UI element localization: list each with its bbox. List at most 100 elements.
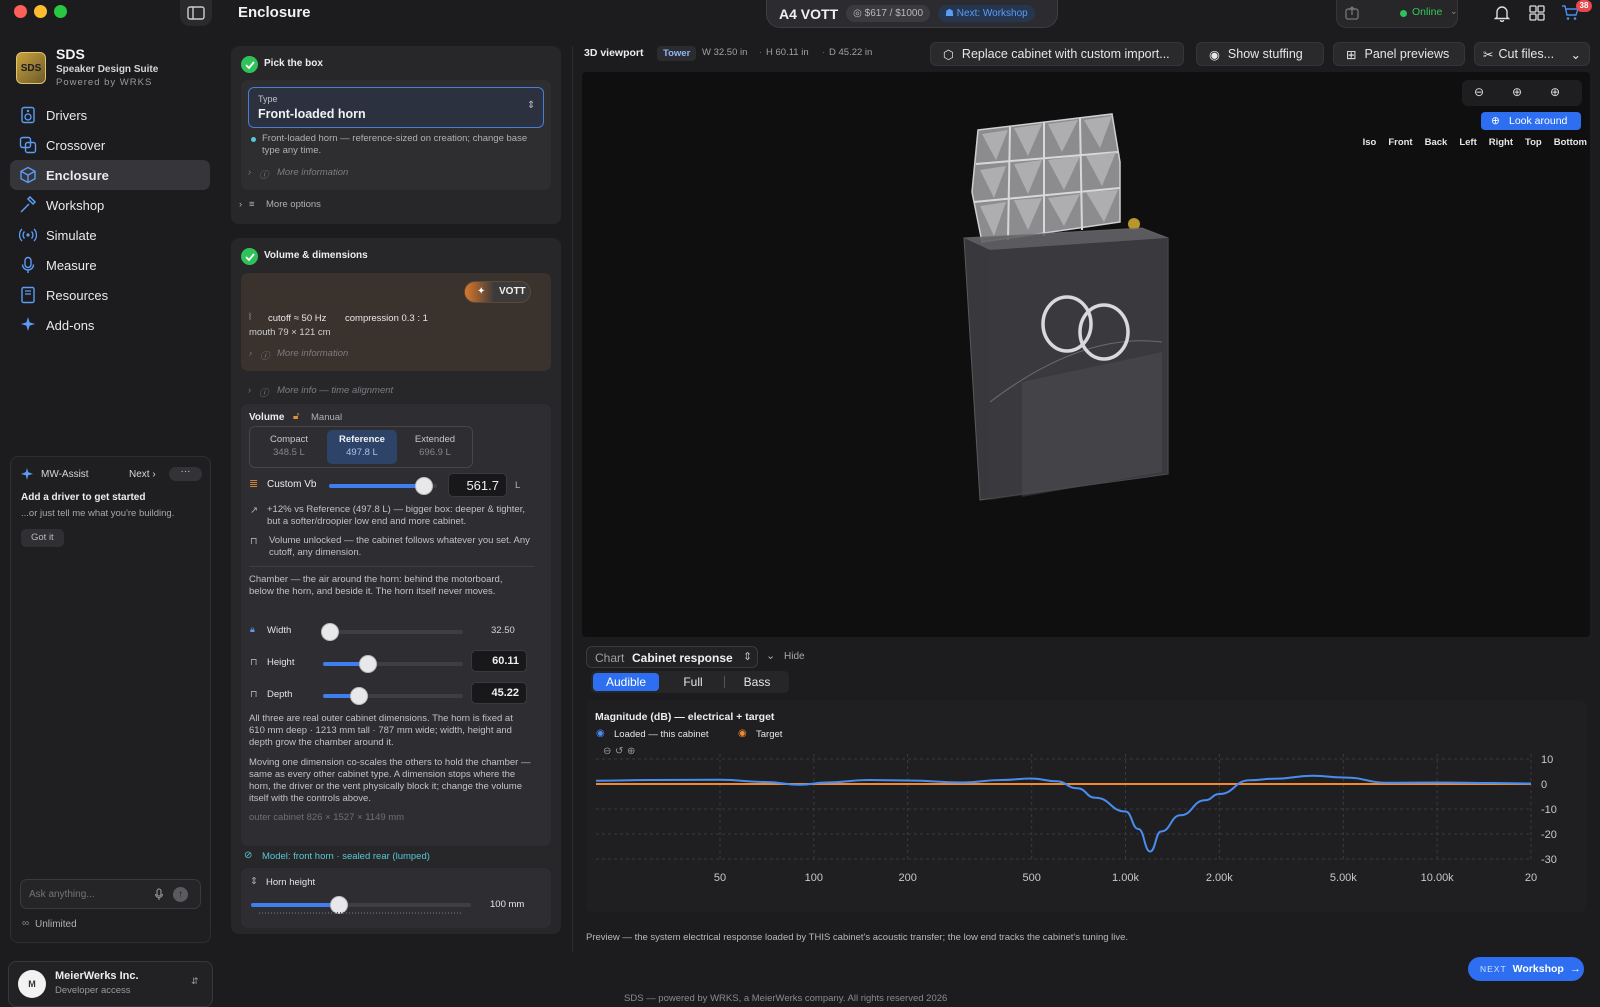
microphone-icon [21,256,35,273]
sliders-icon: ≡ [249,199,255,210]
compression-value: compression 0.3 : 1 [345,313,428,324]
online-status[interactable]: Online [1412,6,1442,18]
microphone-icon[interactable] [154,888,164,902]
more-information-link[interactable]: More information [277,167,348,178]
info-icon: ⓘ [259,170,269,181]
sidebar-item-simulate[interactable]: Simulate [10,220,210,250]
slider-knob[interactable] [358,655,377,673]
sidebar-item-label: Enclosure [46,167,109,183]
panel-previews-button[interactable]: ⊞ Panel previews [1333,42,1465,66]
hide-chart-button[interactable]: Hide [784,651,805,662]
more-icon[interactable]: ··· [169,467,202,481]
horn-height-slider[interactable] [251,896,471,914]
zoom-in-icon[interactable]: ⊕ [1550,85,1560,99]
assistant-input[interactable] [29,886,149,902]
brand-powered-by: Powered by WRKS [56,77,153,88]
sidebar-item-add-ons[interactable]: Add-ons [10,310,210,340]
height-input[interactable]: 60.11 [471,650,527,672]
next-step-chip[interactable]: ☗ Next: Workshop [938,5,1035,22]
minimize-window-button[interactable] [34,5,47,18]
width-label: Width [267,625,292,636]
time-alignment-link[interactable]: More info — time alignment [277,385,393,396]
view-back-button[interactable]: Back [1425,137,1448,151]
show-stuffing-button[interactable]: ◉ Show stuffing [1196,42,1324,66]
view-front-button[interactable]: Front [1388,137,1412,151]
budget-chip[interactable]: ◎ $617 / $1000 [846,5,931,22]
view-bottom-button[interactable]: Bottom [1554,137,1587,151]
range-tabs: Audible Full Bass [591,671,789,693]
unlock-icon[interactable]: ⊓ [250,689,257,700]
volume-dimensions-card: Volume & dimensions ✦ VOTT ⦚ cutoff ≈ 50 … [231,238,561,934]
zoom-controls: ⊖ ⊕ ⊕ [1462,80,1582,106]
export-icon[interactable] [1344,5,1360,21]
sidebar-item-crossover[interactable]: Crossover [10,130,210,160]
unlock-icon[interactable]: ⊓ [250,657,257,668]
volume-preset-group: Compact 348.5 L Reference 497.8 L Extend… [249,426,473,468]
slider-knob[interactable] [350,687,369,705]
lock-icon[interactable]: 🔒︎ [250,624,255,635]
zoom-fit-icon[interactable]: ⊕ [1512,85,1522,99]
tab-full[interactable]: Full [663,673,723,691]
next-workshop-button[interactable]: NEXT Workshop → [1468,957,1584,981]
zoom-out-icon[interactable]: ⊖ [1474,85,1484,99]
more-options-toggle[interactable]: More options [266,199,321,210]
custom-vb-input[interactable]: 561.7 [448,473,507,497]
votte-badge[interactable]: ✦ VOTT [464,281,531,303]
page-title: Enclosure [238,4,311,21]
crossover-icon [19,136,37,154]
preset-compact[interactable]: Compact 348.5 L [254,430,324,464]
chevron-down-icon: ⌄ [1570,47,1581,62]
preset-extended[interactable]: Extended 696.9 L [400,430,470,464]
check-circle-icon: ⊘ [244,850,253,861]
view-top-button[interactable]: Top [1525,137,1542,151]
preset-value: 696.9 L [419,447,451,458]
sidebar-toggle-button[interactable] [180,0,212,26]
sidebar-item-label: Workshop [46,197,105,213]
assistant-next-button[interactable]: Next › [129,469,156,480]
sidebar-item-measure[interactable]: Measure [10,250,210,280]
more-information-link[interactable]: More information [277,348,348,359]
cube-icon: ⬡ [943,47,954,62]
sidebar-item-workshop[interactable]: Workshop [10,190,210,220]
organization-switcher[interactable]: M MeierWerks Inc. Developer access ⇵ [8,961,213,1007]
type-select[interactable]: Type Front-loaded horn ⇕ [248,87,544,128]
maximize-window-button[interactable] [54,5,67,18]
3d-viewport[interactable]: ⊖ ⊕ ⊕ ⊕ Look around Iso Front Back Left R… [582,72,1590,637]
chart-select[interactable]: Chart Cabinet response ⇕ [586,646,758,668]
view-iso-button[interactable]: Iso [1363,137,1377,151]
depth-input[interactable]: 45.22 [471,682,527,704]
chevron-right-icon: › [248,167,252,178]
eye-icon[interactable]: ◉ [738,728,747,739]
cut-files-button[interactable]: ✂ Cut files... ⌄ [1474,42,1590,66]
slider-knob[interactable] [415,477,434,495]
preset-reference[interactable]: Reference 497.8 L [327,430,397,464]
tab-audible[interactable]: Audible [593,673,659,691]
replace-cabinet-button[interactable]: ⬡ Replace cabinet with custom import... [930,42,1184,66]
look-around-button[interactable]: ⊕ Look around [1481,112,1581,130]
view-right-button[interactable]: Right [1489,137,1513,151]
send-arrow-icon[interactable]: ↑ [173,887,188,902]
sidebar-item-resources[interactable]: Resources [10,280,210,310]
cabinet-3d-model[interactable] [962,102,1202,522]
co-scale-note: Moving one dimension co-scales the other… [249,757,531,804]
width-slider[interactable] [321,623,463,641]
sidebar-item-drivers[interactable]: Drivers [10,100,210,130]
close-window-button[interactable] [14,5,27,18]
tab-bass[interactable]: Bass [727,673,787,691]
eye-icon[interactable]: ◉ [596,728,605,739]
sidebar-item-enclosure[interactable]: Enclosure [10,160,210,190]
assistant-title: MW-Assist [41,469,89,480]
height-slider[interactable] [323,655,463,673]
slider-knob[interactable] [321,623,339,641]
custom-vb-slider[interactable] [329,477,437,495]
view-left-button[interactable]: Left [1459,137,1476,151]
got-it-button[interactable]: Got it [21,529,64,547]
depth-slider[interactable] [323,687,463,705]
magnitude-chart[interactable]: 50 100 200 500 1.00k 2.00k 5.00k 10.00k 20100-10… [586,744,1586,904]
volume-unlocked-note: Volume unlocked — the cabinet follows wh… [269,535,530,558]
bell-icon[interactable] [1494,4,1510,22]
assistant-input-box[interactable]: ↑ [20,879,201,909]
project-pill[interactable]: A4 VOTT ◎ $617 / $1000 ☗ Next: Workshop [766,0,1058,28]
chevron-right-icon: › [152,469,156,480]
grid-icon[interactable] [1529,5,1545,21]
